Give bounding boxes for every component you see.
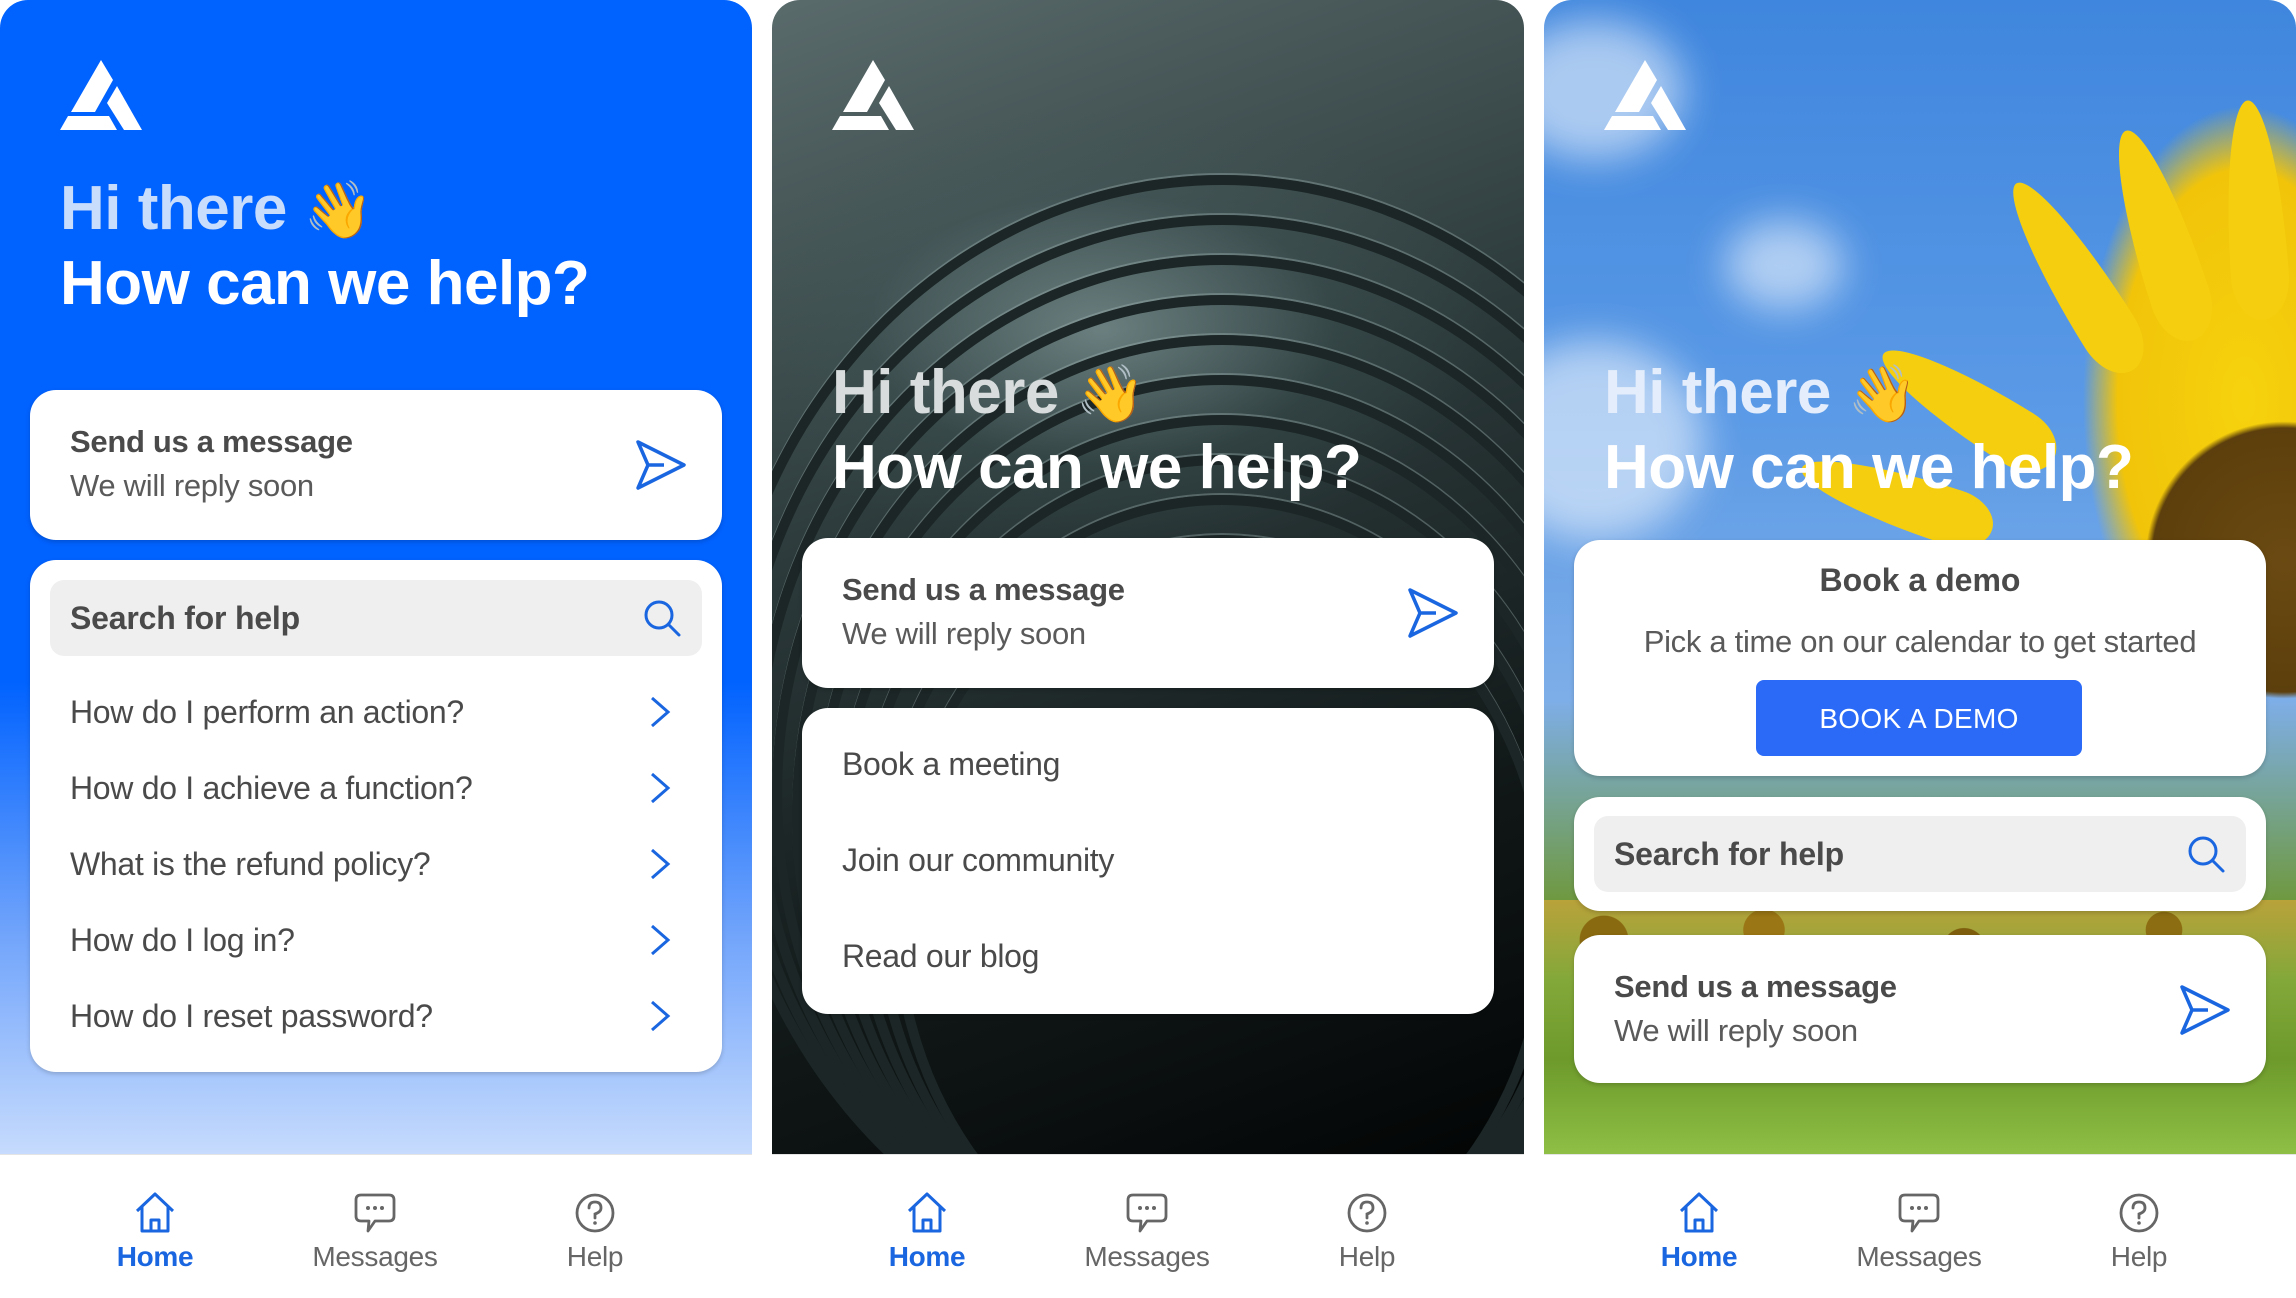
greeting-heading: Hi there 👋 How can we help? (1604, 356, 2134, 505)
chat-bubble-icon (354, 1193, 396, 1233)
greeting-heading: Hi there 👋 How can we help? (60, 172, 590, 321)
search-input[interactable]: Search for help (1594, 816, 2246, 892)
book-demo-button[interactable]: BOOK A DEMO (1756, 680, 2082, 756)
nav-label-messages: Messages (1856, 1241, 1982, 1272)
link-join-community[interactable]: Join our community (802, 812, 1494, 908)
search-placeholder: Search for help (70, 600, 300, 636)
nav-label-help: Help (2110, 1241, 2168, 1272)
quick-links-card: Book a meeting Join our community Read o… (802, 708, 1494, 1014)
nav-label-home: Home (116, 1241, 194, 1272)
greeting-line-2: How can we help? (1604, 433, 2134, 502)
chevron-right-icon (651, 848, 671, 880)
help-circle-icon (575, 1193, 615, 1233)
greeting-line-2: How can we help? (60, 249, 590, 318)
help-search-card: Search for help How do I perform an acti… (30, 560, 722, 1072)
chevron-right-icon (651, 1000, 671, 1032)
faq-label: How do I reset password? (70, 998, 433, 1034)
chat-bubble-icon (1898, 1193, 1940, 1233)
send-message-subtitle: We will reply soon (842, 616, 1086, 651)
search-input[interactable]: Search for help (50, 580, 702, 656)
help-circle-icon (1347, 1193, 1387, 1233)
link-book-meeting[interactable]: Book a meeting (802, 716, 1494, 812)
greeting-line-1: Hi there (60, 174, 287, 243)
greeting-line-1: Hi there (832, 358, 1059, 427)
waving-hand-icon: 👋 (1075, 362, 1146, 425)
book-demo-title: Book a demo (1819, 562, 2021, 598)
search-placeholder: Search for help (1614, 836, 1844, 872)
send-message-card[interactable]: Send us a message We will reply soon (1574, 935, 2266, 1083)
chevron-right-icon (651, 696, 671, 728)
send-icon[interactable] (2178, 983, 2232, 1037)
nav-label-home: Home (888, 1241, 966, 1272)
nav-tab-help[interactable]: Help (1287, 1191, 1447, 1281)
nav-label-messages: Messages (1084, 1241, 1210, 1272)
greeting-line-1: Hi there (1604, 358, 1831, 427)
link-read-blog[interactable]: Read our blog (802, 908, 1494, 1004)
chat-bubble-icon (1126, 1193, 1168, 1233)
send-message-subtitle: We will reply soon (1614, 1013, 1858, 1048)
nav-label-help: Help (566, 1241, 624, 1272)
triangle-logo-icon (832, 60, 914, 130)
nav-tab-help[interactable]: Help (515, 1191, 675, 1281)
faq-item[interactable]: How do I reset password? (30, 978, 722, 1054)
send-message-card[interactable]: Send us a message We will reply soon (802, 538, 1494, 688)
link-label: Read our blog (842, 938, 1040, 974)
bottom-nav: Home Messages Help (772, 1154, 1524, 1298)
faq-label: How do I log in? (70, 922, 295, 958)
faq-label: How do I perform an action? (70, 694, 464, 730)
triangle-logo-icon (1604, 60, 1686, 130)
search-icon[interactable] (642, 598, 682, 638)
faq-label: How do I achieve a function? (70, 770, 473, 806)
book-demo-subtitle: Pick a time on our calendar to get start… (1643, 624, 2197, 659)
home-icon (907, 1192, 947, 1233)
send-icon[interactable] (634, 438, 688, 492)
link-label: Book a meeting (842, 746, 1061, 782)
faq-item[interactable]: What is the refund policy? (30, 826, 722, 902)
bottom-nav: Home Messages Help (1544, 1154, 2296, 1298)
nav-label-help: Help (1338, 1241, 1396, 1272)
send-message-title: Send us a message (70, 424, 353, 459)
help-search-card: Search for help (1574, 797, 2266, 911)
send-message-title: Send us a message (842, 572, 1125, 607)
send-message-title: Send us a message (1614, 969, 1897, 1004)
faq-item[interactable]: How do I achieve a function? (30, 750, 722, 826)
nav-tab-messages[interactable]: Messages (295, 1191, 455, 1281)
send-message-card[interactable]: Send us a message We will reply soon (30, 390, 722, 540)
faq-item[interactable]: How do I perform an action? (30, 674, 722, 750)
search-icon[interactable] (2186, 834, 2226, 874)
waving-hand-icon: 👋 (303, 178, 374, 241)
send-icon[interactable] (1406, 586, 1460, 640)
nav-tab-home[interactable]: Home (75, 1191, 235, 1281)
nav-tab-messages[interactable]: Messages (1839, 1191, 1999, 1281)
greeting-line-2: How can we help? (832, 433, 1362, 502)
home-icon (135, 1192, 175, 1233)
waving-hand-icon: 👋 (1847, 362, 1918, 425)
messenger-home-sunflower: Hi there 👋 How can we help? Book a demo … (1544, 0, 2296, 1298)
bottom-nav: Home Messages Help (0, 1154, 752, 1298)
book-demo-card: Book a demo Pick a time on our calendar … (1574, 540, 2266, 776)
faq-label: What is the refund policy? (70, 846, 431, 882)
greeting-heading: Hi there 👋 How can we help? (832, 356, 1362, 505)
nav-tab-home[interactable]: Home (1619, 1191, 1779, 1281)
messenger-home-blue: Hi there 👋 How can we help? Send us a me… (0, 0, 752, 1298)
home-icon (1679, 1192, 1719, 1233)
nav-label-messages: Messages (312, 1241, 438, 1272)
nav-tab-messages[interactable]: Messages (1067, 1191, 1227, 1281)
nav-label-home: Home (1660, 1241, 1738, 1272)
triangle-logo-icon (60, 60, 142, 130)
chevron-right-icon (651, 772, 671, 804)
messenger-home-dark: Hi there 👋 How can we help? Send us a me… (772, 0, 1524, 1298)
faq-item[interactable]: How do I log in? (30, 902, 722, 978)
nav-tab-home[interactable]: Home (847, 1191, 1007, 1281)
link-label: Join our community (842, 842, 1115, 878)
help-circle-icon (2119, 1193, 2159, 1233)
nav-tab-help[interactable]: Help (2059, 1191, 2219, 1281)
chevron-right-icon (651, 924, 671, 956)
send-message-subtitle: We will reply soon (70, 468, 314, 503)
